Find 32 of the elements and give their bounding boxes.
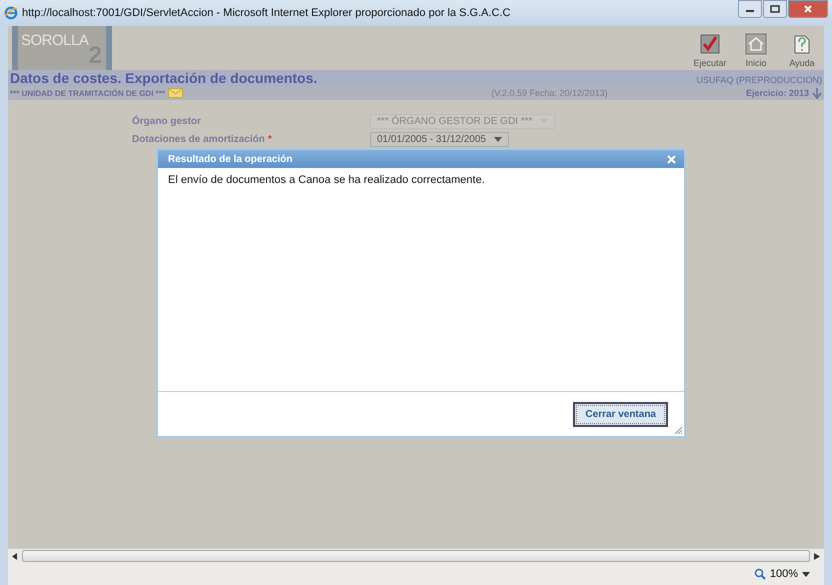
zoom-icon — [754, 568, 766, 580]
page-title: Datos de costes. Exportación de documentos. — [10, 70, 318, 86]
envelope-icon — [168, 88, 183, 98]
scroll-right-icon[interactable] — [814, 552, 820, 560]
scroll-left-icon[interactable] — [12, 552, 18, 560]
maximize-icon — [770, 5, 780, 13]
dropdown-arrow-icon — [494, 137, 502, 142]
checkmark-document-icon — [699, 33, 721, 55]
close-icon — [803, 5, 813, 13]
toolbar-button[interactable]: Ejecutar — [690, 26, 730, 70]
dropdown-field[interactable]: 01/01/2005 - 31/12/2005 — [370, 132, 509, 147]
horizontal-scrollbar[interactable] — [8, 548, 824, 563]
minimize-button[interactable] — [738, 0, 762, 18]
dialog-title: Resultado de la operación — [168, 154, 292, 164]
user-label: USUFAQ (PREPRODUCCION) — [696, 75, 822, 85]
required-marker: * — [268, 134, 272, 145]
field-label: Órgano gestor — [132, 116, 201, 127]
field-label: Dotaciones de amortización — [132, 134, 265, 145]
toolbar-button[interactable]: Inicio — [736, 26, 776, 70]
close-window-button[interactable]: Cerrar ventana — [573, 402, 668, 426]
close-button[interactable] — [788, 0, 828, 18]
home-icon — [745, 33, 767, 55]
year-label: Ejercicio: 2013 — [746, 88, 809, 98]
browser-icon — [4, 6, 18, 20]
zoom-level[interactable]: 100% — [770, 568, 798, 580]
maximize-button[interactable] — [763, 0, 787, 18]
dropdown-arrow-icon — [802, 572, 810, 576]
resize-grip-icon — [674, 426, 683, 435]
window-title: http://localhost:7001/GDI/ServletAccion - Microsoft Internet Explorer proporcionado por la S.G.A.C.C — [22, 7, 511, 19]
toolbar-button[interactable]: Ayuda — [782, 26, 822, 70]
dialog-message: El envío de documentos a Canoa se ha realizado correctamente. — [168, 174, 486, 188]
unit-label: *** UNIDAD DE TRAMITACIÓN DE GDI *** — [10, 88, 165, 98]
